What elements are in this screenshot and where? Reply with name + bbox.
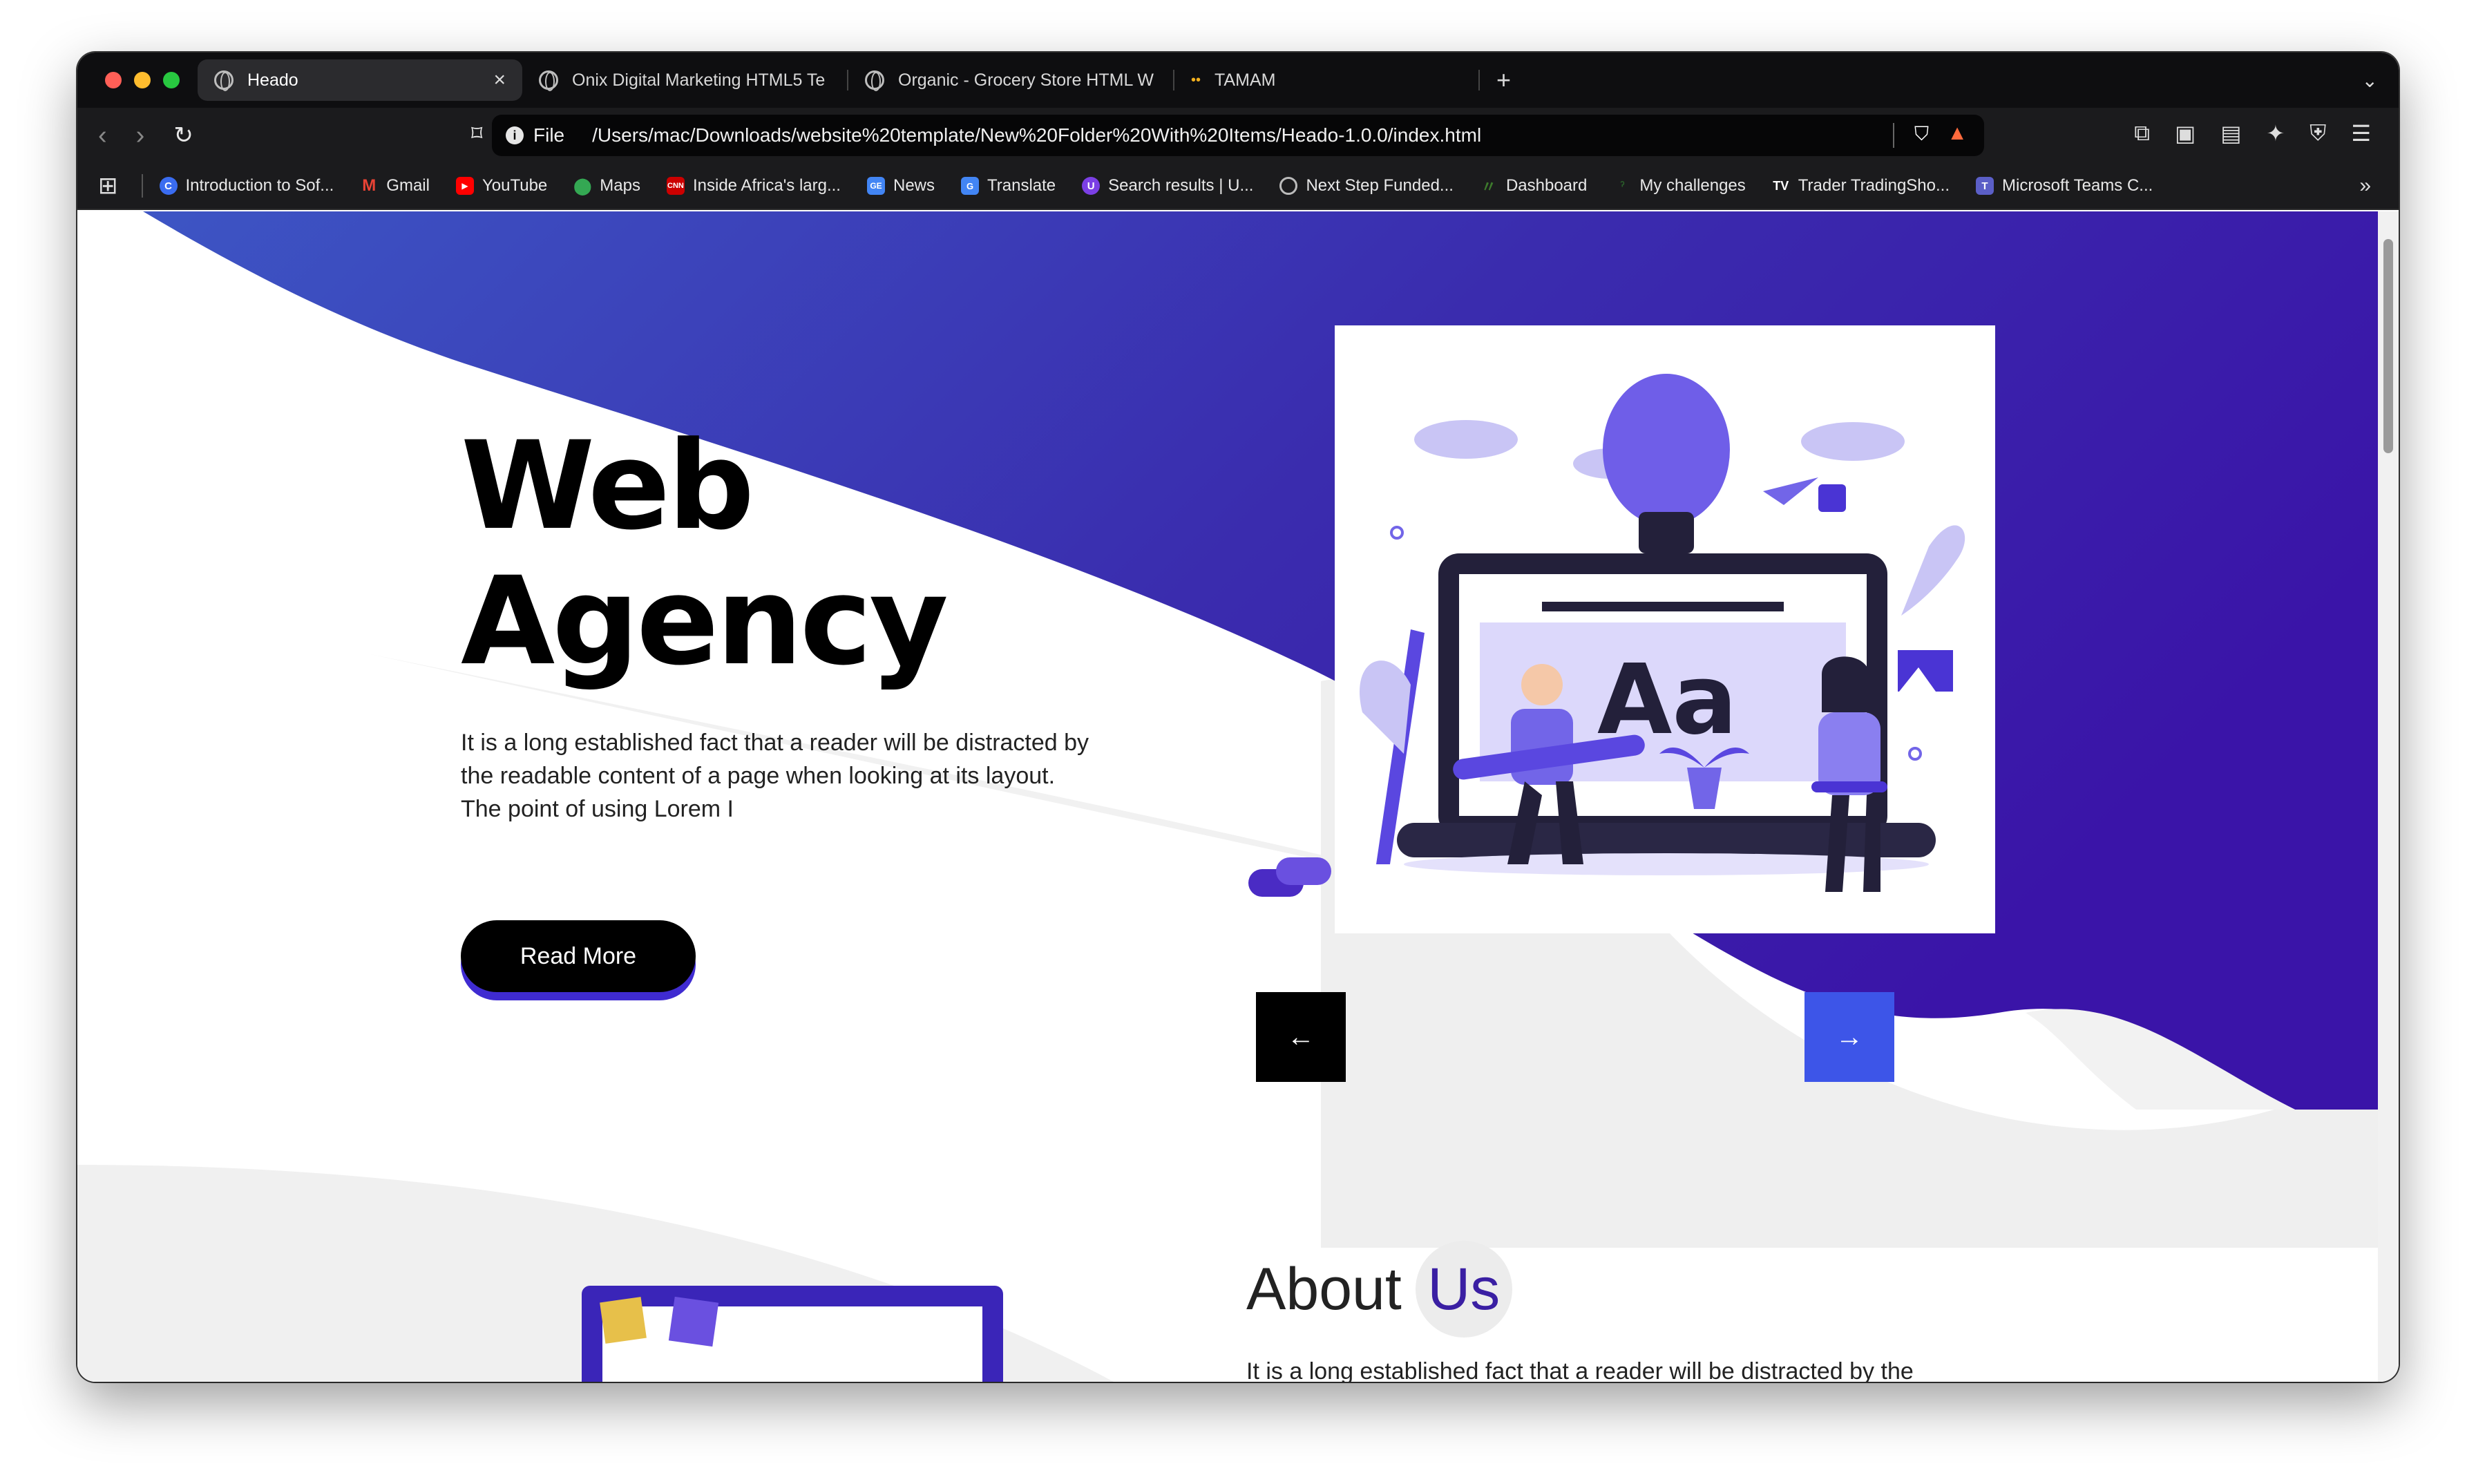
- url-divider: [1893, 123, 1894, 148]
- info-icon[interactable]: i: [506, 126, 524, 144]
- hero-background: [77, 211, 2378, 1382]
- leo-ai-icon[interactable]: ✦: [2266, 120, 2285, 146]
- tab-heado[interactable]: Heado ×: [198, 59, 522, 101]
- address-bar: ‹ › ↻ ⌑ i File /Users/mac/Downloads/webs…: [77, 108, 2399, 163]
- hero-illustration: Aa: [1335, 325, 1995, 933]
- slider-prev-button[interactable]: ←: [1256, 992, 1346, 1082]
- teams-icon: T: [1976, 177, 1994, 195]
- globe-icon: [1279, 177, 1298, 195]
- close-window-button[interactable]: [105, 72, 122, 88]
- scrollbar-thumb[interactable]: [2383, 239, 2393, 453]
- translate-icon: G: [961, 177, 979, 195]
- tradingview-icon: TV: [1773, 178, 1789, 193]
- reload-icon[interactable]: ↻: [173, 122, 193, 149]
- bookmarks-bar: ⊞ C Introduction to Sof... M Gmail ▶ YouTub…: [77, 163, 2399, 210]
- bookmark-item[interactable]: TV Trader TradingSho...: [1772, 176, 1950, 196]
- crop-icon: [668, 1296, 719, 1347]
- about-highlight: Us: [1415, 1241, 1512, 1338]
- page-scrollbar[interactable]: [2378, 211, 2399, 1382]
- slider-next-button[interactable]: →: [1804, 992, 1894, 1082]
- sidebar-icon[interactable]: ▣: [2175, 120, 2196, 146]
- about-illustration-screen: [602, 1306, 982, 1382]
- wallet-icon[interactable]: ▤: [2220, 120, 2241, 146]
- tab-tamam[interactable]: •• TAMAM: [1174, 59, 1478, 101]
- url-scheme: File: [533, 124, 565, 146]
- hero-description: It is a long established fact that a rea…: [461, 730, 1089, 822]
- challenges-icon: ˀ: [1619, 178, 1625, 193]
- brave-shield-icon[interactable]: ⛉: [1914, 123, 1929, 146]
- toolbar-icons: ⧉ ▣ ▤ ✦ ⛨ ☰: [2134, 120, 2371, 146]
- about-text: It is a long established fact that a rea…: [1246, 1358, 1914, 1382]
- bookmark-item[interactable]: G Translate: [961, 176, 1056, 196]
- bookmark-item[interactable]: CNN Inside Africa's larg...: [666, 176, 841, 196]
- bookmark-item[interactable]: GE News: [866, 176, 935, 196]
- about-illustration: [582, 1286, 1003, 1382]
- apps-grid-icon[interactable]: ⊞: [98, 172, 118, 200]
- plus-icon: +: [1496, 66, 1512, 94]
- tab-label: Onix Digital Marketing HTML5 Te: [572, 70, 826, 90]
- globe-icon: [865, 70, 884, 91]
- bookmark-item[interactable]: ▶ YouTube: [455, 176, 547, 196]
- bookmark-separator: [141, 174, 143, 198]
- close-tab-icon[interactable]: ×: [493, 68, 506, 92]
- forward-arrow-icon[interactable]: ›: [136, 121, 145, 151]
- minimize-window-button[interactable]: [134, 72, 151, 88]
- search-results-favicon-icon: U: [1082, 177, 1101, 195]
- bookmark-item[interactable]: 〃 Dashboard: [1480, 176, 1587, 196]
- maximize-window-button[interactable]: [163, 72, 180, 88]
- window-controls: [105, 72, 180, 88]
- page-content: Web Agency It is a long established fact…: [77, 211, 2378, 1382]
- tab-list-chevron-icon[interactable]: ⌄: [2362, 69, 2378, 92]
- url-text: /Users/mac/Downloads/website%20template/…: [592, 124, 1482, 146]
- globe-icon: [214, 70, 234, 91]
- dashboard-leaf-icon: 〃: [1480, 178, 1496, 196]
- back-arrow-icon[interactable]: ‹: [98, 121, 107, 151]
- more-bookmarks-chevron-icon[interactable]: »: [2359, 174, 2371, 198]
- bookmark-item[interactable]: C Introduction to Sof...: [159, 176, 334, 196]
- hero-title: Web Agency: [461, 415, 949, 692]
- bookmark-item[interactable]: ⬤ Maps: [573, 176, 640, 196]
- magic-wand-icon: [600, 1297, 647, 1344]
- read-more-button[interactable]: Read More: [461, 920, 696, 992]
- tab-organic[interactable]: Organic - Grocery Store HTML W: [848, 59, 1173, 101]
- extensions-icon[interactable]: ⧉: [2134, 120, 2150, 146]
- tab-label: Organic - Grocery Store HTML W: [898, 70, 1154, 90]
- tab-onix[interactable]: Onix Digital Marketing HTML5 Te: [522, 59, 847, 101]
- url-field[interactable]: i File /Users/mac/Downloads/website%20te…: [492, 115, 1984, 156]
- new-tab-button[interactable]: +: [1480, 59, 1527, 101]
- tab-bar: Heado × Onix Digital Marketing HTML5 Te …: [77, 53, 2399, 108]
- youtube-icon: ▶: [455, 177, 474, 195]
- about-heading: About Us: [1246, 1241, 1512, 1338]
- bookmark-icon[interactable]: ⌑: [471, 120, 482, 146]
- news-icon: GE: [866, 177, 885, 195]
- bookmark-item[interactable]: ˀ My challenges: [1613, 176, 1746, 196]
- tamam-favicon-icon: ••: [1191, 72, 1201, 88]
- bookmark-item[interactable]: U Search results | U...: [1082, 176, 1253, 196]
- bookmark-item[interactable]: M Gmail: [360, 176, 430, 196]
- globe-icon: [539, 70, 558, 91]
- tab-label: TAMAM: [1215, 70, 1276, 90]
- menu-icon[interactable]: ☰: [2351, 120, 2371, 146]
- browser-window: Heado × Onix Digital Marketing HTML5 Te …: [77, 53, 2399, 1382]
- bookmark-item[interactable]: Next Step Funded...: [1279, 176, 1454, 196]
- vpn-icon[interactable]: ⛨: [2310, 120, 2326, 146]
- brave-rewards-icon[interactable]: ▲: [1947, 122, 1968, 145]
- introduction-favicon-icon: C: [159, 177, 178, 195]
- tab-label: Heado: [247, 70, 298, 90]
- maps-pin-icon: ⬤: [573, 176, 592, 196]
- gmail-icon: M: [362, 176, 377, 195]
- cnn-icon: CNN: [666, 177, 685, 195]
- bookmark-item[interactable]: T Microsoft Teams C...: [1976, 176, 2153, 196]
